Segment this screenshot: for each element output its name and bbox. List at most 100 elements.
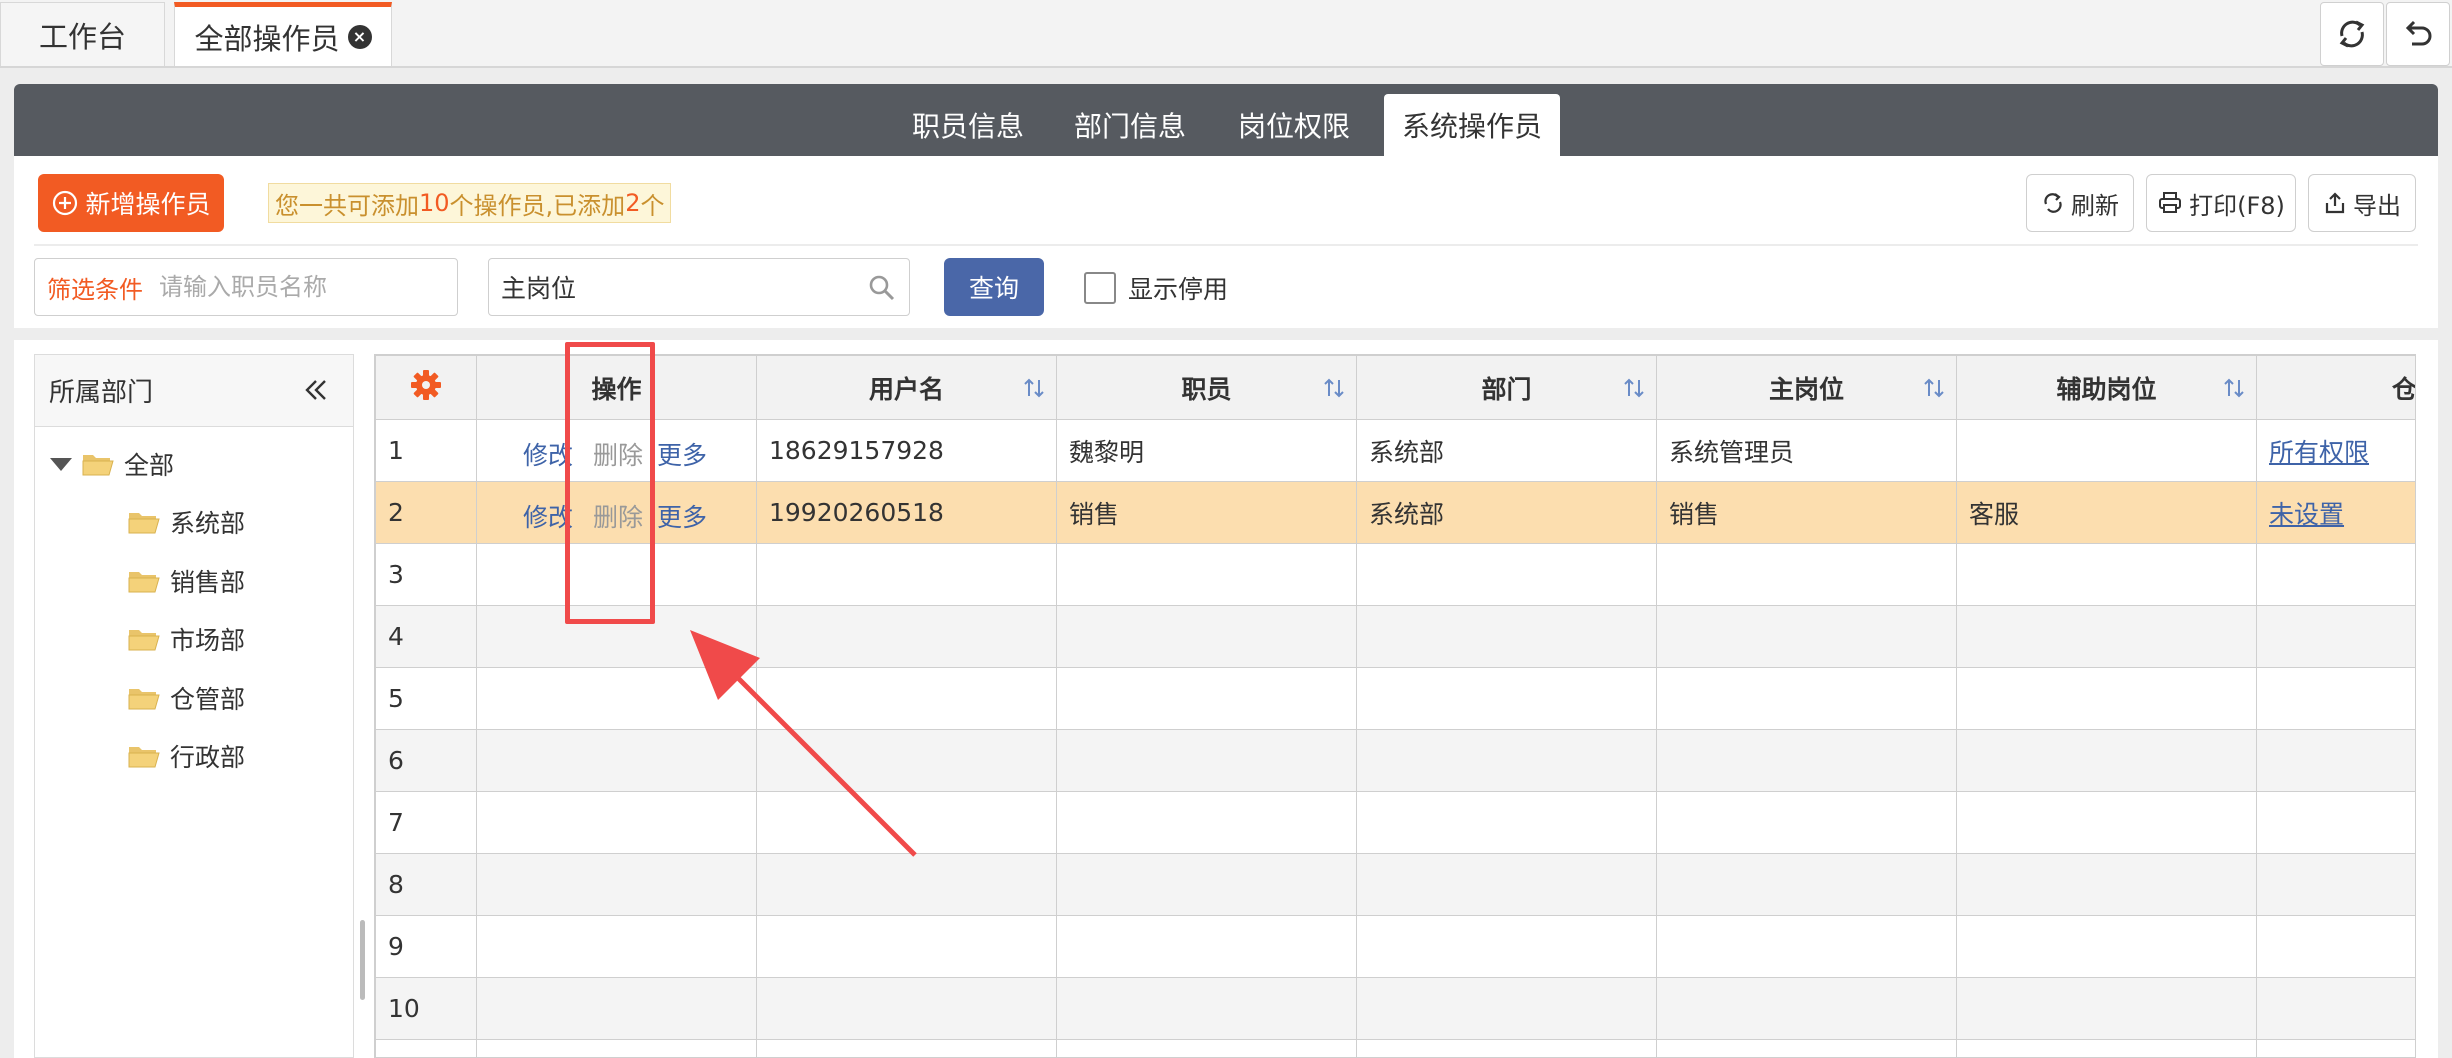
query-button[interactable]: 查询 [944,258,1044,316]
tree-node-warehouse[interactable]: 仓管部 [128,680,245,716]
more-link[interactable]: 更多 [657,498,707,534]
sort-icon[interactable] [1322,376,1346,400]
top-tab-bar: 工作台 全部操作员 × [0,0,2452,68]
show-disabled-checkbox[interactable] [1084,272,1116,304]
export-label: 导出 [2353,191,2401,220]
table-row[interactable] [375,1039,2415,1057]
tab-all-operators[interactable]: 全部操作员 × [174,2,392,66]
cell-employee: 销售 [1056,481,1357,544]
splitter-handle[interactable] [360,920,365,1000]
add-operator-button[interactable]: 新增操作员 [38,174,224,232]
add-operator-label: 新增操作员 [85,190,211,219]
filter-label: 筛选条件 [47,275,143,304]
tree-node-system[interactable]: 系统部 [128,504,245,540]
cell-employee: 魏黎明 [1056,419,1357,482]
cell-aux-position [1956,419,2257,482]
search-icon[interactable] [867,273,897,303]
refresh-label: 刷新 [2071,191,2119,220]
cell-warehouse: 所有权限 [2256,419,2415,482]
column-header-label: 职员 [1181,374,1232,404]
tree-node-all[interactable]: 全部 [50,446,174,482]
notice-added: 2 [625,189,641,217]
sub-navigation: 职员信息 部门信息 岗位权限 系统操作员 [14,84,2438,156]
gear-icon[interactable] [409,368,443,402]
folder-open-icon [82,455,114,476]
position-search-field[interactable]: 主岗位 [488,258,910,316]
folder-open-icon [128,630,160,651]
show-disabled-label: 显示停用 [1128,275,1229,304]
row-number: 9 [375,915,477,978]
cell-department: 系统部 [1356,481,1657,544]
sort-icon[interactable] [2222,376,2246,400]
folder-open-icon [128,572,160,593]
position-value: 主岗位 [501,274,577,303]
column-header-label: 用户名 [868,374,944,404]
tab-label: 全部操作员 [194,21,340,56]
column-header-employee[interactable]: 职员 [1056,355,1357,420]
warehouse-permission-link[interactable]: 所有权限 [2269,438,2369,467]
show-disabled-toggle[interactable]: 显示停用 [1084,270,1228,306]
print-button[interactable]: 打印(F8) [2146,174,2296,232]
tab-employee-info[interactable]: 职员信息 [898,94,1038,156]
column-header-main-position[interactable]: 主岗位 [1656,355,1957,420]
table-row[interactable]: 2 修改 删除 更多 19920260518 销售 系统部 销售 客服 未设置 [375,481,2415,544]
tree-node-label: 销售部 [170,568,246,597]
tree-node-marketing[interactable]: 市场部 [128,621,245,657]
back-button[interactable] [2386,2,2450,66]
notice-text: 个 [640,191,665,220]
sync-button[interactable] [2320,2,2384,66]
settings-header[interactable] [375,355,477,420]
cell-department: 系统部 [1356,419,1657,482]
row-number: 4 [375,605,477,668]
notice-max: 10 [419,189,450,217]
query-label: 查询 [968,274,1019,303]
export-button[interactable]: 导出 [2308,174,2416,232]
double-chevron-left-icon[interactable] [301,375,331,405]
table-row[interactable]: 9 [375,915,2415,978]
printer-icon [2159,192,2182,213]
tab-label: 工作台 [38,19,126,54]
column-header-label: 仓 [2391,374,2416,404]
table-row[interactable]: 1 修改 删除 更多 18629157928 魏黎明 系统部 系统管理员 所有权… [375,419,2415,482]
tab-workbench[interactable]: 工作台 [0,2,165,66]
row-number: 10 [375,977,477,1040]
tree-node-admin[interactable]: 行政部 [128,738,245,774]
close-icon[interactable]: × [347,24,372,49]
table-row[interactable]: 3 [375,543,2415,606]
column-header-warehouse[interactable]: 仓 [2256,355,2416,420]
subtab-label: 岗位权限 [1237,110,1350,143]
tab-system-operators[interactable]: 系统操作员 [1384,94,1560,156]
filter-field[interactable]: 筛选条件 [34,258,458,316]
column-header-aux-position[interactable]: 辅助岗位 [1956,355,2257,420]
tab-position-permissions[interactable]: 岗位权限 [1224,94,1364,156]
table-row[interactable]: 10 [375,977,2415,1040]
more-link[interactable]: 更多 [657,436,707,472]
subtab-label: 系统操作员 [1401,110,1542,143]
tree-node-label: 行政部 [170,743,246,772]
warehouse-permission-link[interactable]: 未设置 [2269,500,2344,529]
refresh-button[interactable]: 刷新 [2026,174,2134,232]
sort-icon[interactable] [1022,376,1046,400]
annotation-highlight-box [565,342,655,624]
notice-text: 您一共可添加 [275,191,419,220]
notice-text: 个操作员,已添加 [449,191,626,220]
sort-icon[interactable] [1922,376,1946,400]
column-header-username[interactable]: 用户名 [756,355,1057,420]
tree-node-label: 全部 [124,451,175,480]
folder-open-icon [128,747,160,768]
caret-down-icon[interactable] [50,457,72,471]
print-label: 打印(F8) [2189,191,2285,220]
sort-icon[interactable] [1622,376,1646,400]
sync-icon [2339,20,2365,48]
folder-open-icon [128,689,160,710]
row-number: 7 [375,791,477,854]
tree-node-sales[interactable]: 销售部 [128,563,245,599]
folder-open-icon [128,513,160,534]
tab-department-info[interactable]: 部门信息 [1060,94,1200,156]
tree-node-label: 系统部 [170,509,246,538]
column-header-label: 部门 [1481,374,1532,404]
toolbar-divider [34,244,2418,246]
subtab-label: 部门信息 [1073,110,1186,143]
employee-name-input[interactable] [159,273,419,301]
column-header-department[interactable]: 部门 [1356,355,1657,420]
